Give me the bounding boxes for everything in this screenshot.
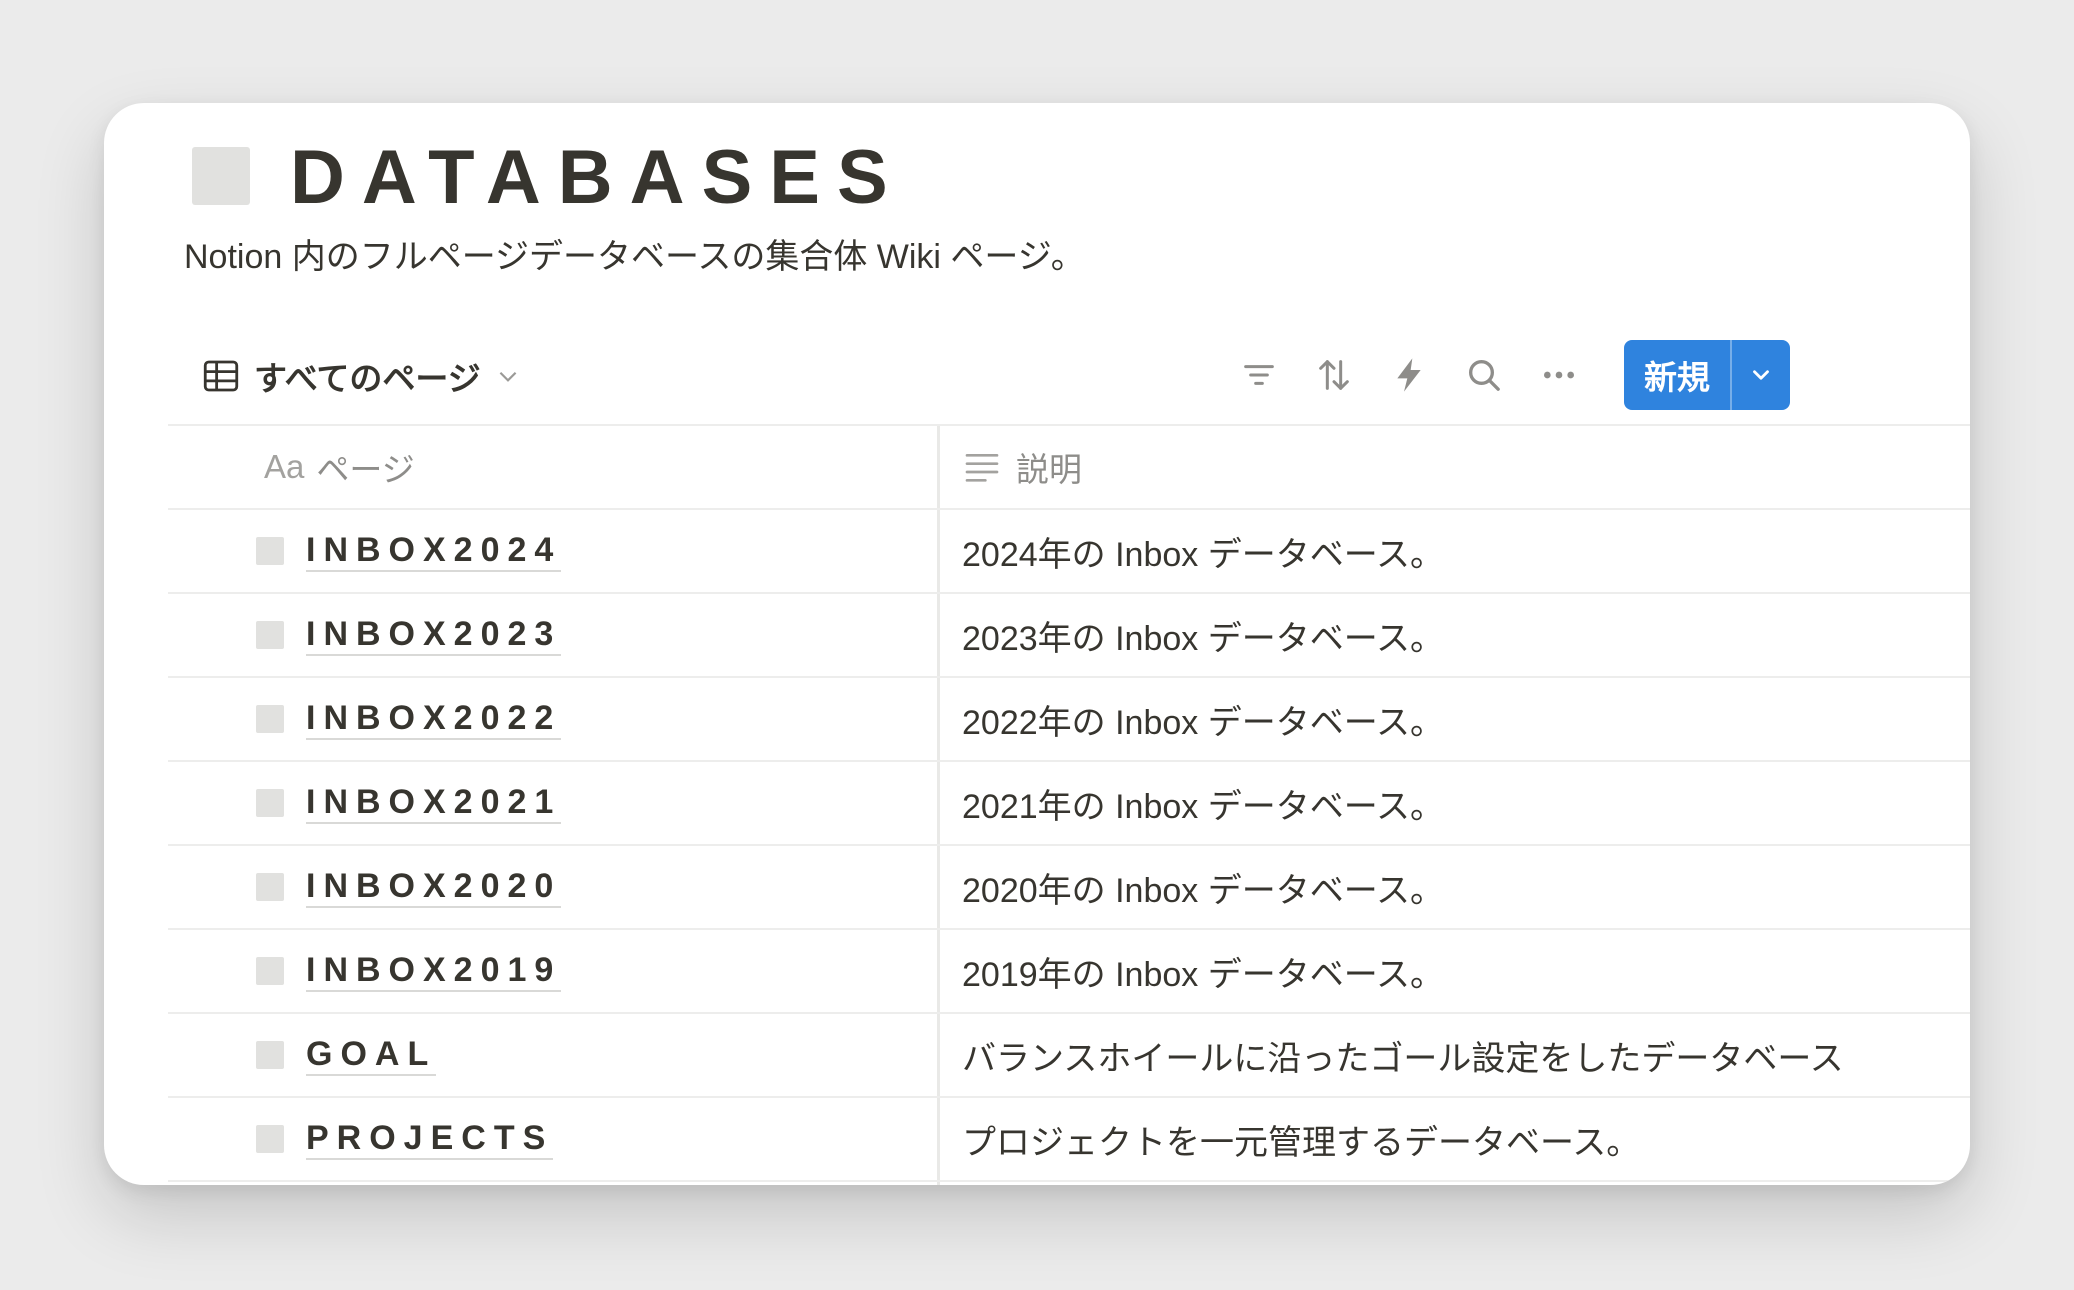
table-row-partial — [168, 1180, 1970, 1185]
page-icon — [256, 705, 284, 733]
page-link[interactable]: INBOX2020 — [306, 866, 562, 908]
column-header-page[interactable]: Aa ページ — [168, 426, 940, 508]
chevron-down-icon — [499, 371, 517, 382]
search-icon — [1469, 360, 1500, 391]
page-link[interactable]: INBOX2022 — [306, 698, 562, 740]
table-row[interactable]: INBOX2019 2019年の Inbox データベース。 — [168, 928, 1970, 1012]
page-link[interactable]: INBOX2024 — [306, 530, 562, 572]
page-cell: INBOX2021 — [168, 762, 940, 844]
description-cell[interactable]: 2020年の Inbox データベース。 — [940, 846, 1970, 928]
page-link[interactable]: PROJECTS — [306, 1118, 554, 1160]
new-button[interactable]: 新規 — [1624, 340, 1730, 410]
filter-icon — [1244, 365, 1274, 385]
table-row[interactable]: INBOX2024 2024年の Inbox データベース。 — [168, 508, 1970, 592]
page-cell: INBOX2023 — [168, 594, 940, 676]
description-cell[interactable]: 2021年の Inbox データベース。 — [940, 762, 1970, 844]
page-cell: GOAL — [168, 1014, 940, 1096]
page-cell: INBOX2019 — [168, 930, 940, 1012]
table-row[interactable]: INBOX2022 2022年の Inbox データベース。 — [168, 676, 1970, 760]
column-header-description[interactable]: 説明 — [940, 426, 1970, 508]
column-label: ページ — [316, 451, 415, 488]
page-link[interactable]: INBOX2023 — [306, 614, 562, 656]
table-row[interactable]: GOAL バランスホイールに沿ったゴール設定をしたデータベース — [168, 1012, 1970, 1096]
description-cell[interactable]: 2019年の Inbox データベース。 — [940, 930, 1970, 1012]
column-label: 説明 — [1016, 451, 1082, 488]
new-button-group: 新規 — [1624, 340, 1790, 410]
table-header: Aa ページ 説明 — [168, 424, 1970, 508]
page-icon[interactable] — [192, 147, 250, 205]
page-icon — [256, 621, 284, 649]
table-row[interactable]: PROJECTS プロジェクトを一元管理するデータベース。 — [168, 1096, 1970, 1180]
page-title[interactable]: DATABASES — [290, 133, 905, 223]
automation-button[interactable] — [1386, 352, 1432, 398]
more-icon — [1544, 371, 1574, 379]
page-icon — [256, 537, 284, 565]
database-toolbar: 新規 — [1207, 339, 1790, 411]
description-cell[interactable]: 2023年の Inbox データベース。 — [940, 594, 1970, 676]
title-property-icon: Aa — [264, 448, 305, 485]
search-button[interactable] — [1461, 352, 1507, 398]
table-row[interactable]: INBOX2023 2023年の Inbox データベース。 — [168, 592, 1970, 676]
database-page-card: DATABASES Notion 内のフルページデータベースの集合体 Wiki … — [104, 103, 1970, 1185]
description-cell[interactable]: バランスホイールに沿ったゴール設定をしたデータベース — [940, 1014, 1970, 1096]
description-cell[interactable]: 2022年の Inbox データベース。 — [940, 678, 1970, 760]
page-cell: INBOX2022 — [168, 678, 940, 760]
page-cell: INBOX2020 — [168, 846, 940, 928]
view-label: すべてのページ — [254, 360, 481, 397]
table-view-icon — [203, 360, 239, 392]
text-property-icon — [965, 454, 999, 482]
page-cell: INBOX2024 — [168, 510, 940, 592]
page-description[interactable]: Notion 内のフルページデータベースの集合体 Wiki ページ。 — [184, 231, 1085, 283]
page-icon — [256, 873, 284, 901]
page-cell — [168, 1182, 940, 1185]
new-dropdown-button[interactable] — [1730, 340, 1790, 410]
more-options-button[interactable] — [1536, 352, 1582, 398]
page-icon — [256, 957, 284, 985]
page-link[interactable]: INBOX2021 — [306, 782, 562, 824]
chevron-down-icon — [1753, 370, 1769, 380]
table-row[interactable]: INBOX2021 2021年の Inbox データベース。 — [168, 760, 1970, 844]
lightning-icon — [1397, 358, 1421, 392]
page-icon — [256, 1125, 284, 1153]
filter-button[interactable] — [1236, 352, 1282, 398]
view-selector-all-pages[interactable]: すべてのページ — [200, 346, 521, 406]
sort-button[interactable] — [1311, 352, 1357, 398]
page-icon — [256, 789, 284, 817]
page-cell: PROJECTS — [168, 1098, 940, 1180]
table-row[interactable]: INBOX2020 2020年の Inbox データベース。 — [168, 844, 1970, 928]
description-cell[interactable]: 2024年の Inbox データベース。 — [940, 510, 1970, 592]
page-link[interactable]: GOAL — [306, 1034, 437, 1076]
description-cell — [940, 1182, 1970, 1185]
database-table: Aa ページ 説明 INBOX2024 2024年の Inbox データベース。 — [168, 424, 1970, 1185]
sort-icon — [1319, 360, 1349, 390]
page-link[interactable]: INBOX2019 — [306, 950, 562, 992]
page-icon — [256, 1041, 284, 1069]
description-cell[interactable]: プロジェクトを一元管理するデータベース。 — [940, 1098, 1970, 1180]
